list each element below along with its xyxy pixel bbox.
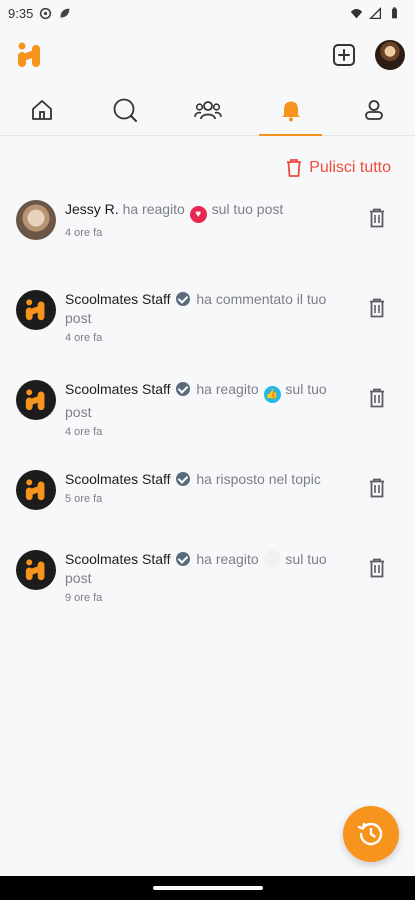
notification-time: 4 ore fa xyxy=(65,332,103,344)
status-time: 9:35 xyxy=(8,5,34,21)
history-icon xyxy=(357,822,383,846)
trash-icon xyxy=(370,208,384,228)
verified-badge-icon xyxy=(176,552,191,566)
scoolmates-avatar-logo xyxy=(25,559,45,581)
notification-text: Jessy R. ha reagito ♥ sul tuo post xyxy=(65,200,350,223)
people-icon xyxy=(193,100,222,119)
notification-text: Scoolmates Staff ha reagito sul tuo post xyxy=(65,550,350,588)
delete-notification-button[interactable] xyxy=(369,558,385,583)
tab-groups[interactable] xyxy=(166,84,249,135)
notification-content: Scoolmates Staff ha reagito 👍 sul tuo po… xyxy=(65,380,350,470)
history-button[interactable] xyxy=(343,806,399,862)
bell-icon xyxy=(281,101,300,121)
notification-action-rest: sul tuo post xyxy=(211,201,284,217)
settings-status-icon xyxy=(40,7,52,19)
notification-content: Scoolmates Staff ha commentato il tuo po… xyxy=(65,290,350,380)
trash-icon xyxy=(370,388,384,408)
leaf-status-icon xyxy=(60,8,70,18)
notification-time: 4 ore fa xyxy=(65,227,103,239)
avatar[interactable] xyxy=(16,290,56,330)
notification-item[interactable]: Scoolmates Staff ha reagito sul tuo post… xyxy=(0,550,415,640)
notification-sender[interactable]: Scoolmates Staff xyxy=(65,291,171,307)
scoolmates-avatar-logo xyxy=(25,389,45,411)
heart-reaction-icon: ♥ xyxy=(189,206,207,223)
add-post-button[interactable] xyxy=(333,44,355,66)
notification-item[interactable]: Scoolmates Staff ha reagito 👍 sul tuo po… xyxy=(0,380,415,470)
verified-badge-icon xyxy=(176,382,191,396)
tab-profile[interactable] xyxy=(332,84,415,135)
avatar[interactable] xyxy=(16,470,56,510)
clear-all-row: Pulisci tutto xyxy=(0,136,415,200)
avatar[interactable] xyxy=(16,200,56,240)
delete-notification-button[interactable] xyxy=(369,208,385,233)
notification-text: Scoolmates Staff ha risposto nel topic xyxy=(65,470,350,489)
thumbs-up-reaction-icon: 👍 xyxy=(263,386,281,403)
delete-notification-button[interactable] xyxy=(369,478,385,503)
status-bar: 9:35 xyxy=(0,0,415,26)
user-avatar[interactable] xyxy=(375,40,405,70)
notification-list: Jessy R. ha reagito ♥ sul tuo post 4 ore… xyxy=(0,200,415,640)
trash-icon xyxy=(370,298,384,318)
clear-all-button[interactable]: Pulisci tutto xyxy=(285,158,391,178)
search-icon xyxy=(113,98,137,122)
notification-time: 4 ore fa xyxy=(65,426,103,438)
verified-badge-icon xyxy=(176,292,191,306)
tab-bar xyxy=(0,84,415,136)
home-gesture-handle[interactable] xyxy=(152,886,263,890)
tab-notifications[interactable] xyxy=(249,84,332,136)
notification-content: Scoolmates Staff ha reagito sul tuo post… xyxy=(65,550,350,640)
verified-badge-icon xyxy=(176,472,191,486)
tab-home[interactable] xyxy=(0,84,83,135)
notification-text: Scoolmates Staff ha commentato il tuo po… xyxy=(65,290,350,328)
notification-action: ha reagito xyxy=(122,201,185,217)
notification-action: ha reagito xyxy=(196,381,259,397)
user-icon xyxy=(364,99,383,120)
home-icon xyxy=(31,99,52,120)
trash-icon xyxy=(287,159,302,177)
reaction-icon xyxy=(263,550,281,567)
trash-icon xyxy=(370,558,384,578)
battery-icon xyxy=(392,6,397,18)
notification-action: ha risposto nel topic xyxy=(196,471,321,487)
notification-item[interactable]: Scoolmates Staff ha risposto nel topic 5… xyxy=(0,470,415,550)
tab-search[interactable] xyxy=(83,84,166,135)
scoolmates-avatar-logo xyxy=(25,299,45,321)
notification-sender[interactable]: Scoolmates Staff xyxy=(65,381,171,397)
delete-notification-button[interactable] xyxy=(369,298,385,323)
delete-notification-button[interactable] xyxy=(369,388,385,413)
signal-icon xyxy=(369,6,382,19)
avatar[interactable] xyxy=(16,550,56,590)
notification-sender[interactable]: Jessy R. xyxy=(65,201,119,217)
notification-item[interactable]: Jessy R. ha reagito ♥ sul tuo post 4 ore… xyxy=(0,200,415,290)
avatar[interactable] xyxy=(16,380,56,420)
notification-content: Scoolmates Staff ha risposto nel topic 5… xyxy=(65,470,350,550)
notification-text: Scoolmates Staff ha reagito 👍 sul tuo po… xyxy=(65,380,350,422)
notification-time: 9 ore fa xyxy=(65,592,103,604)
scoolmates-avatar-logo xyxy=(25,479,45,501)
scoolmates-logo[interactable] xyxy=(16,42,44,68)
notification-sender[interactable]: Scoolmates Staff xyxy=(65,551,171,567)
notification-content: Jessy R. ha reagito ♥ sul tuo post 4 ore… xyxy=(65,200,350,290)
notification-action: ha reagito xyxy=(196,551,259,567)
notification-sender[interactable]: Scoolmates Staff xyxy=(65,471,171,487)
app-header xyxy=(0,26,415,84)
plus-square-icon xyxy=(338,49,350,61)
notification-item[interactable]: Scoolmates Staff ha commentato il tuo po… xyxy=(0,290,415,380)
trash-icon xyxy=(370,478,384,498)
notification-time: 5 ore fa xyxy=(65,493,103,505)
clear-all-label: Pulisci tutto xyxy=(309,159,391,176)
system-nav-bar xyxy=(0,876,415,900)
wifi-icon xyxy=(350,8,363,18)
